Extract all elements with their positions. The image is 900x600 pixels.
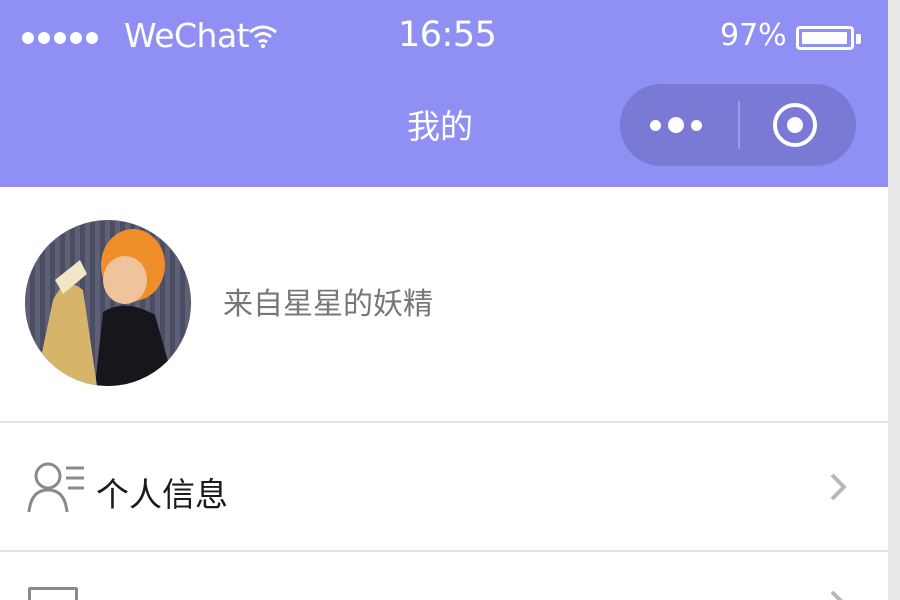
- screen-edge: [888, 0, 900, 600]
- status-time: 16:55: [398, 15, 497, 55]
- mini-program-capsule: [620, 84, 856, 166]
- page-title: 我的: [407, 107, 473, 146]
- chevron-right-icon: [830, 473, 847, 501]
- carrier-name: WeChat: [124, 16, 250, 55]
- status-bar: WeChat 16:55 97%: [0, 0, 888, 70]
- profile-card[interactable]: 来自星星的妖精: [0, 187, 888, 421]
- menu-item[interactable]: [0, 552, 888, 600]
- person-icon: [27, 462, 84, 513]
- chevron-right-icon: [830, 590, 843, 600]
- more-icon[interactable]: [650, 111, 710, 139]
- phone-screen: WeChat 16:55 97% 我的 来自星星的妖精 个人信息: [0, 0, 888, 600]
- user-nickname: 来自星星的妖精: [223, 287, 433, 322]
- menu-item-label: 个人信息: [96, 475, 228, 514]
- menu-item-personal-info[interactable]: 个人信息: [0, 423, 888, 550]
- battery-icon: [796, 26, 854, 50]
- battery-fill: [802, 32, 847, 44]
- battery-percent: 97%: [720, 18, 787, 53]
- capsule-divider: [738, 101, 740, 149]
- close-mini-program-icon[interactable]: [771, 101, 819, 149]
- document-icon: [28, 587, 78, 600]
- battery-tip: [856, 34, 861, 44]
- signal-strength-icon: [22, 32, 98, 44]
- avatar-image: [25, 220, 191, 386]
- avatar[interactable]: [25, 220, 191, 386]
- header-bar: WeChat 16:55 97% 我的: [0, 0, 888, 187]
- wifi-icon: [249, 25, 277, 48]
